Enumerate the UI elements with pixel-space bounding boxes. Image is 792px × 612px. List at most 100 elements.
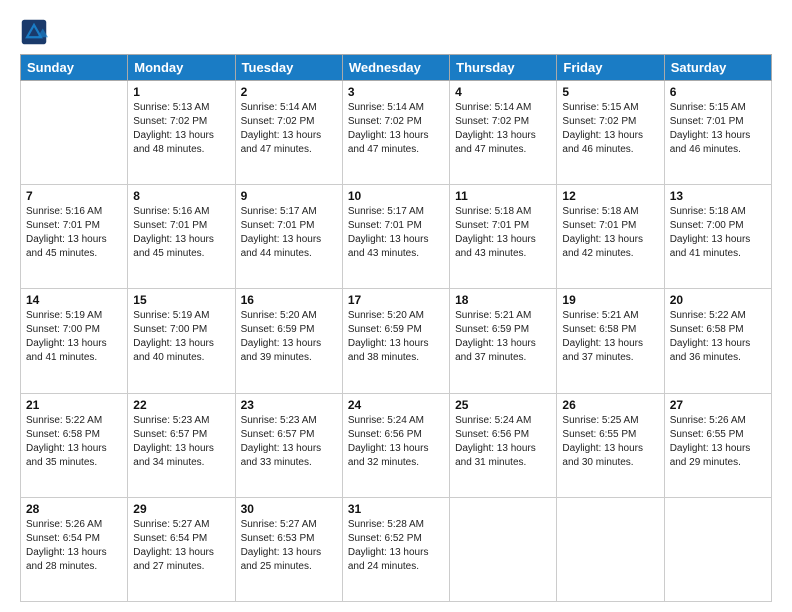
cell-content: Sunrise: 5:20 AM Sunset: 6:59 PM Dayligh… [348, 309, 444, 365]
logo-icon [20, 18, 48, 46]
day-number: 29 [133, 502, 229, 516]
weekday-header-saturday: Saturday [664, 55, 771, 81]
cell-content: Sunrise: 5:16 AM Sunset: 7:01 PM Dayligh… [26, 205, 122, 261]
cell-content: Sunrise: 5:20 AM Sunset: 6:59 PM Dayligh… [241, 309, 337, 365]
cell-content: Sunrise: 5:26 AM Sunset: 6:55 PM Dayligh… [670, 414, 766, 470]
cell-content: Sunrise: 5:28 AM Sunset: 6:52 PM Dayligh… [348, 518, 444, 574]
calendar-cell: 10 Sunrise: 5:17 AM Sunset: 7:01 PM Dayli… [342, 185, 449, 289]
day-number: 13 [670, 189, 766, 203]
calendar-cell: 28 Sunrise: 5:26 AM Sunset: 6:54 PM Dayli… [21, 497, 128, 601]
day-number: 6 [670, 85, 766, 99]
cell-content: Sunrise: 5:13 AM Sunset: 7:02 PM Dayligh… [133, 101, 229, 157]
calendar-cell: 15Sunrise: 5:19 AM Sunset: 7:00 PM Dayli… [128, 289, 235, 393]
day-number: 28 [26, 502, 122, 516]
calendar-cell: 1 Sunrise: 5:13 AM Sunset: 7:02 PM Daylig… [128, 81, 235, 185]
calendar-cell: 20 Sunrise: 5:22 AM Sunset: 6:58 PM Dayli… [664, 289, 771, 393]
calendar-table: SundayMondayTuesdayWednesdayThursdayFrid… [20, 54, 772, 602]
calendar-cell: 7 Sunrise: 5:16 AM Sunset: 7:01 PM Daylig… [21, 185, 128, 289]
page: SundayMondayTuesdayWednesdayThursdayFrid… [0, 0, 792, 612]
day-number: 10 [348, 189, 444, 203]
cell-content: Sunrise: 5:21 AM Sunset: 6:59 PM Dayligh… [455, 309, 551, 365]
calendar-cell: 8Sunrise: 5:16 AM Sunset: 7:01 PM Daylig… [128, 185, 235, 289]
cell-content: Sunrise: 5:15 AM Sunset: 7:01 PM Dayligh… [670, 101, 766, 157]
day-number: 5 [562, 85, 658, 99]
weekday-header-thursday: Thursday [450, 55, 557, 81]
cell-content: Sunrise: 5:18 AM Sunset: 7:01 PM Dayligh… [562, 205, 658, 261]
calendar-cell: 13 Sunrise: 5:18 AM Sunset: 7:00 PM Dayli… [664, 185, 771, 289]
day-number: 21 [26, 398, 122, 412]
day-number: 19 [562, 293, 658, 307]
day-number: 15 [133, 293, 229, 307]
calendar-cell: 11 Sunrise: 5:18 AM Sunset: 7:01 PM Dayli… [450, 185, 557, 289]
calendar-cell: 2 Sunrise: 5:14 AM Sunset: 7:02 PM Daylig… [235, 81, 342, 185]
calendar-cell: 21 Sunrise: 5:22 AM Sunset: 6:58 PM Dayli… [21, 393, 128, 497]
calendar-cell: 25Sunrise: 5:24 AM Sunset: 6:56 PM Dayli… [450, 393, 557, 497]
calendar-cell [664, 497, 771, 601]
day-number: 3 [348, 85, 444, 99]
calendar-cell: 19 Sunrise: 5:21 AM Sunset: 6:58 PM Dayli… [557, 289, 664, 393]
calendar-cell: 9 Sunrise: 5:17 AM Sunset: 7:01 PM Daylig… [235, 185, 342, 289]
weekday-header-tuesday: Tuesday [235, 55, 342, 81]
calendar-cell: 18 Sunrise: 5:21 AM Sunset: 6:59 PM Dayli… [450, 289, 557, 393]
day-number: 25 [455, 398, 551, 412]
day-number: 23 [241, 398, 337, 412]
cell-content: Sunrise: 5:25 AM Sunset: 6:55 PM Dayligh… [562, 414, 658, 470]
cell-content: Sunrise: 5:14 AM Sunset: 7:02 PM Dayligh… [348, 101, 444, 157]
calendar-cell: 4 Sunrise: 5:14 AM Sunset: 7:02 PM Daylig… [450, 81, 557, 185]
calendar-cell: 30 Sunrise: 5:27 AM Sunset: 6:53 PM Dayli… [235, 497, 342, 601]
day-number: 4 [455, 85, 551, 99]
calendar-cell: 16Sunrise: 5:20 AM Sunset: 6:59 PM Dayli… [235, 289, 342, 393]
day-number: 27 [670, 398, 766, 412]
calendar-cell: 23 Sunrise: 5:23 AM Sunset: 6:57 PM Dayli… [235, 393, 342, 497]
day-number: 12 [562, 189, 658, 203]
cell-content: Sunrise: 5:27 AM Sunset: 6:54 PM Dayligh… [133, 518, 229, 574]
day-number: 17 [348, 293, 444, 307]
calendar-cell: 31 Sunrise: 5:28 AM Sunset: 6:52 PM Dayli… [342, 497, 449, 601]
day-number: 24 [348, 398, 444, 412]
cell-content: Sunrise: 5:23 AM Sunset: 6:57 PM Dayligh… [241, 414, 337, 470]
day-number: 30 [241, 502, 337, 516]
weekday-header-friday: Friday [557, 55, 664, 81]
day-number: 7 [26, 189, 122, 203]
day-number: 1 [133, 85, 229, 99]
weekday-header-wednesday: Wednesday [342, 55, 449, 81]
day-number: 9 [241, 189, 337, 203]
cell-content: Sunrise: 5:22 AM Sunset: 6:58 PM Dayligh… [26, 414, 122, 470]
calendar-week-4: 21 Sunrise: 5:22 AM Sunset: 6:58 PM Dayli… [21, 393, 772, 497]
cell-content: Sunrise: 5:23 AM Sunset: 6:57 PM Dayligh… [133, 414, 229, 470]
calendar-cell: 27 Sunrise: 5:26 AM Sunset: 6:55 PM Dayli… [664, 393, 771, 497]
day-number: 22 [133, 398, 229, 412]
cell-content: Sunrise: 5:15 AM Sunset: 7:02 PM Dayligh… [562, 101, 658, 157]
cell-content: Sunrise: 5:24 AM Sunset: 6:56 PM Dayligh… [348, 414, 444, 470]
day-number: 11 [455, 189, 551, 203]
calendar-cell: 17 Sunrise: 5:20 AM Sunset: 6:59 PM Dayli… [342, 289, 449, 393]
calendar-week-2: 7 Sunrise: 5:16 AM Sunset: 7:01 PM Daylig… [21, 185, 772, 289]
cell-content: Sunrise: 5:26 AM Sunset: 6:54 PM Dayligh… [26, 518, 122, 574]
cell-content: Sunrise: 5:18 AM Sunset: 7:01 PM Dayligh… [455, 205, 551, 261]
calendar-cell [450, 497, 557, 601]
cell-content: Sunrise: 5:14 AM Sunset: 7:02 PM Dayligh… [455, 101, 551, 157]
day-number: 2 [241, 85, 337, 99]
cell-content: Sunrise: 5:18 AM Sunset: 7:00 PM Dayligh… [670, 205, 766, 261]
day-number: 8 [133, 189, 229, 203]
cell-content: Sunrise: 5:14 AM Sunset: 7:02 PM Dayligh… [241, 101, 337, 157]
calendar-cell: 5 Sunrise: 5:15 AM Sunset: 7:02 PM Daylig… [557, 81, 664, 185]
cell-content: Sunrise: 5:17 AM Sunset: 7:01 PM Dayligh… [241, 205, 337, 261]
day-number: 31 [348, 502, 444, 516]
calendar-cell: 24 Sunrise: 5:24 AM Sunset: 6:56 PM Dayli… [342, 393, 449, 497]
cell-content: Sunrise: 5:27 AM Sunset: 6:53 PM Dayligh… [241, 518, 337, 574]
calendar-cell: 22 Sunrise: 5:23 AM Sunset: 6:57 PM Dayli… [128, 393, 235, 497]
cell-content: Sunrise: 5:21 AM Sunset: 6:58 PM Dayligh… [562, 309, 658, 365]
day-number: 20 [670, 293, 766, 307]
day-number: 18 [455, 293, 551, 307]
calendar-week-5: 28 Sunrise: 5:26 AM Sunset: 6:54 PM Dayli… [21, 497, 772, 601]
calendar-cell [557, 497, 664, 601]
weekday-header-monday: Monday [128, 55, 235, 81]
calendar-cell: 29 Sunrise: 5:27 AM Sunset: 6:54 PM Dayli… [128, 497, 235, 601]
cell-content: Sunrise: 5:22 AM Sunset: 6:58 PM Dayligh… [670, 309, 766, 365]
cell-content: Sunrise: 5:17 AM Sunset: 7:01 PM Dayligh… [348, 205, 444, 261]
calendar-cell: 3 Sunrise: 5:14 AM Sunset: 7:02 PM Daylig… [342, 81, 449, 185]
logo [20, 18, 52, 46]
calendar-cell [21, 81, 128, 185]
weekday-header-sunday: Sunday [21, 55, 128, 81]
